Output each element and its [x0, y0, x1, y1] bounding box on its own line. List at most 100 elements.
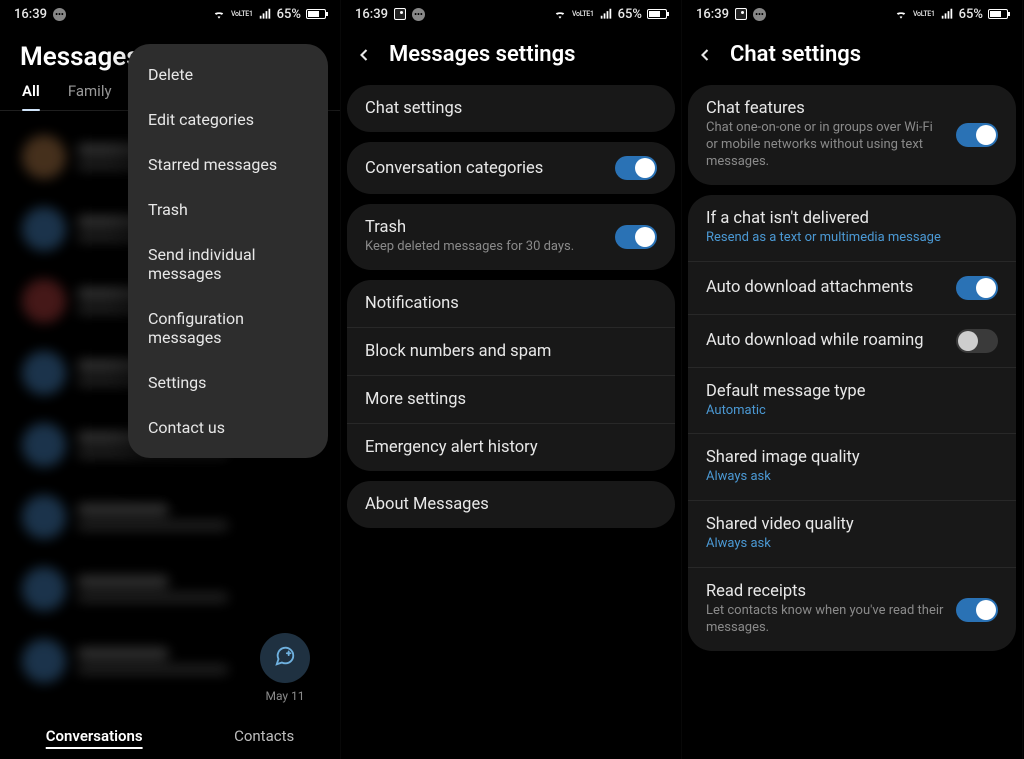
battery-icon — [306, 9, 326, 19]
settings-item-subtitle: Let contacts know when you've read their… — [706, 603, 946, 637]
settings-item-notifications[interactable]: Notifications — [347, 280, 675, 327]
settings-item-subtitle: Keep deleted messages for 30 days. — [365, 239, 605, 256]
settings-item-title: Read receipts — [706, 582, 946, 601]
bottom-tab-contacts[interactable]: Contacts — [234, 727, 294, 751]
phone-chat-settings: 16:39 ••• VoLTE1 65% Chat settings Chat … — [682, 0, 1023, 759]
settings-item-if-a-chat-isn-t-delivered[interactable]: If a chat isn't delivered Resend as a tex… — [688, 195, 1016, 261]
settings-item-title: If a chat isn't delivered — [706, 209, 998, 228]
tab-family[interactable]: Family — [68, 82, 112, 110]
phone-messages-home: 16:39 ••• VoLTE1 65% Messages All Family… — [0, 0, 341, 759]
list-item — [14, 553, 326, 625]
volte-label: VoLTE1 — [913, 11, 935, 18]
settings-item-title: Chat features — [706, 99, 946, 118]
status-time: 16:39 — [696, 7, 729, 22]
settings-group: If a chat isn't delivered Resend as a tex… — [688, 195, 1016, 651]
phone-messages-settings: 16:39 ••• VoLTE1 65% Messages settings C… — [341, 0, 682, 759]
status-right: VoLTE1 65% — [894, 7, 1008, 22]
settings-item-title: Emergency alert history — [365, 438, 657, 457]
status-right: VoLTE1 65% — [553, 7, 667, 22]
menu-item-settings[interactable]: Settings — [128, 360, 328, 405]
screenshot-notification-icon — [394, 8, 406, 20]
signal-icon — [599, 7, 613, 21]
page-title: Chat settings — [730, 42, 861, 67]
toggle-switch[interactable] — [615, 225, 657, 249]
battery-icon — [647, 9, 667, 19]
settings-item-title: Auto download while roaming — [706, 331, 946, 350]
compose-button[interactable] — [260, 633, 310, 683]
toggle-switch[interactable] — [956, 598, 998, 622]
toggle-switch[interactable] — [956, 276, 998, 300]
status-right: VoLTE1 65% — [212, 7, 326, 22]
menu-item-send-individual[interactable]: Send individual messages — [128, 232, 328, 296]
settings-item-shared-image-quality[interactable]: Shared image qualityAlways ask — [688, 433, 1016, 500]
status-time: 16:39 — [14, 7, 47, 22]
screenshot-notification-icon — [735, 8, 747, 20]
menu-item-trash[interactable]: Trash — [128, 187, 328, 232]
settings-item-emergency-alert-history[interactable]: Emergency alert history — [347, 423, 675, 471]
settings-item-shared-video-quality[interactable]: Shared video qualityAlways ask — [688, 500, 1016, 567]
battery-percent: 65% — [618, 7, 642, 22]
volte-label: VoLTE1 — [572, 11, 594, 18]
menu-item-edit-categories[interactable]: Edit categories — [128, 97, 328, 142]
status-bar: 16:39 ••• VoLTE1 65% — [341, 0, 681, 28]
status-bar: 16:39 ••• VoLTE1 65% — [0, 0, 340, 28]
toggle-switch[interactable] — [956, 123, 998, 147]
settings-item-about-messages[interactable]: About Messages — [347, 481, 675, 528]
settings-item-title: Block numbers and spam — [365, 342, 657, 361]
fab-container: May 11 — [260, 633, 310, 703]
menu-item-starred[interactable]: Starred messages — [128, 142, 328, 187]
signal-icon — [258, 7, 272, 21]
menu-item-delete[interactable]: Delete — [128, 52, 328, 97]
settings-item-title: Shared image quality — [706, 448, 998, 467]
settings-item-title: More settings — [365, 390, 657, 409]
battery-percent: 65% — [277, 7, 301, 22]
back-button[interactable] — [694, 44, 716, 66]
menu-item-configuration[interactable]: Configuration messages — [128, 296, 328, 360]
settings-item-subtitle: Chat one-on-one or in groups over Wi-Fi … — [706, 120, 946, 171]
notification-icon: ••• — [412, 8, 425, 21]
overflow-menu: Delete Edit categories Starred messages … — [128, 44, 328, 458]
list-item — [14, 481, 326, 553]
toggle-switch[interactable] — [615, 156, 657, 180]
back-button[interactable] — [353, 44, 375, 66]
wifi-icon — [212, 7, 226, 21]
toggle-switch[interactable] — [956, 329, 998, 353]
chevron-left-icon — [354, 45, 374, 65]
settings-item-title: Conversation categories — [365, 159, 605, 178]
status-time: 16:39 — [355, 7, 388, 22]
wifi-icon — [553, 7, 567, 21]
settings-group: Chat settings — [347, 85, 675, 132]
settings-item-title: Default message type — [706, 382, 998, 401]
settings-item-subtitle: Always ask — [706, 536, 998, 553]
settings-item-chat-settings[interactable]: Chat settings — [347, 85, 675, 132]
settings-item-title: Auto download attachments — [706, 278, 946, 297]
settings-item-auto-download-attachments[interactable]: Auto download attachments — [688, 261, 1016, 314]
settings-group: Conversation categories — [347, 142, 675, 194]
settings-item-chat-features[interactable]: Chat features Chat one-on-one or in group… — [688, 85, 1016, 185]
settings-item-subtitle: Resend as a text or multimedia message — [706, 230, 998, 247]
status-bar: 16:39 ••• VoLTE1 65% — [682, 0, 1022, 28]
settings-group: Notifications Block numbers and spam More … — [347, 280, 675, 471]
settings-item-read-receipts[interactable]: Read receipts Let contacts know when you'… — [688, 567, 1016, 651]
settings-group: TrashKeep deleted messages for 30 days. — [347, 204, 675, 270]
settings-item-subtitle: Automatic — [706, 403, 998, 420]
settings-item-more-settings[interactable]: More settings — [347, 375, 675, 423]
settings-item-default-message-type[interactable]: Default message type Automatic — [688, 367, 1016, 434]
compose-icon — [274, 645, 296, 672]
notification-icon: ••• — [753, 8, 766, 21]
battery-icon — [988, 9, 1008, 19]
settings-item-title: About Messages — [365, 495, 657, 514]
settings-item-conversation-categories[interactable]: Conversation categories — [347, 142, 675, 194]
header: Messages settings — [341, 28, 681, 85]
settings-item-block-numbers-and-spam[interactable]: Block numbers and spam — [347, 327, 675, 375]
bottom-tabs: Conversations Contacts — [0, 727, 340, 751]
battery-percent: 65% — [959, 7, 983, 22]
bottom-tab-conversations[interactable]: Conversations — [46, 727, 143, 751]
settings-item-trash[interactable]: TrashKeep deleted messages for 30 days. — [347, 204, 675, 270]
settings-group: About Messages — [347, 481, 675, 528]
tab-all[interactable]: All — [22, 82, 40, 110]
menu-item-contact-us[interactable]: Contact us — [128, 405, 328, 450]
settings-item-auto-download-while-roaming[interactable]: Auto download while roaming — [688, 314, 1016, 367]
volte-label: VoLTE1 — [231, 11, 253, 18]
settings-group: Chat features Chat one-on-one or in group… — [688, 85, 1016, 185]
